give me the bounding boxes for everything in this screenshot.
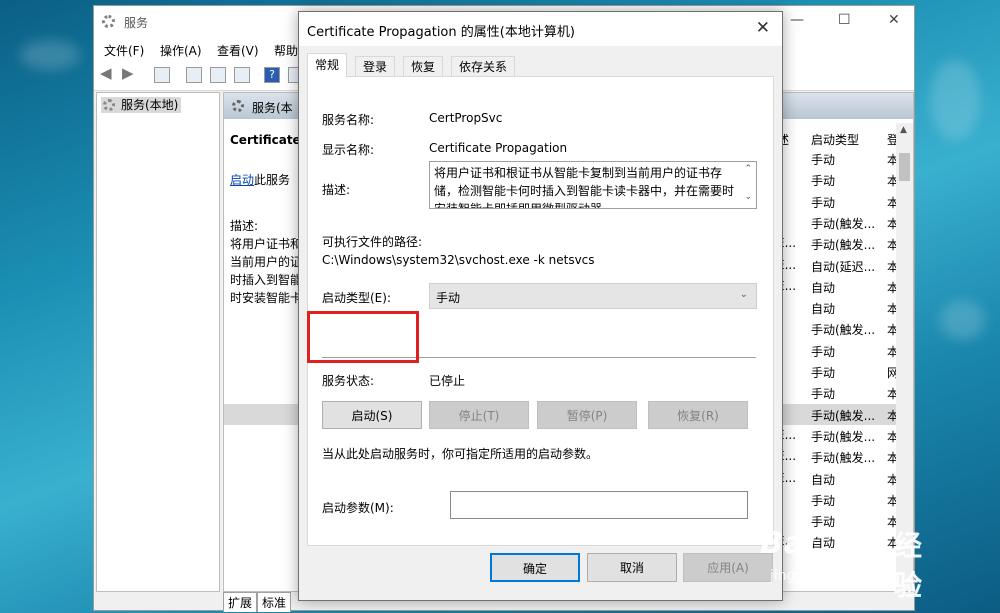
start-params-input[interactable] xyxy=(450,491,748,519)
table-cell: 手动 xyxy=(811,493,836,508)
watermark-brand-1: Bai xyxy=(760,526,817,561)
display-name-label: 显示名称: xyxy=(322,143,375,157)
startup-type-value: 手动 xyxy=(436,291,461,305)
tree-item-label: 服务(本地) xyxy=(121,98,179,112)
minimize-button[interactable]: — xyxy=(790,12,804,28)
gear-icon xyxy=(103,99,115,111)
table-cell: 自动(延迟... xyxy=(811,259,876,274)
startup-type-label: 启动类型(E): xyxy=(322,291,391,305)
dialog-title: Certificate Propagation 的属性(本地计算机) xyxy=(307,25,575,40)
menu-action[interactable]: 操作(A) xyxy=(160,42,202,59)
table-cell: 手动(触发... xyxy=(811,238,876,253)
scroll-thumb[interactable] xyxy=(899,153,910,181)
forward-arrow-icon[interactable]: ▶ xyxy=(122,64,138,82)
table-cell: 手动(触发... xyxy=(811,408,876,423)
pane-header-title: 服务(本 xyxy=(252,101,293,115)
table-cell: 自动 xyxy=(811,472,836,487)
table-cell: 手动 xyxy=(811,153,836,167)
display-name-value[interactable]: Certificate Propagation xyxy=(429,141,567,155)
table-cell: 手动(触发... xyxy=(811,216,876,231)
table-cell: 手动(触发... xyxy=(811,429,876,444)
vertical-scrollbar[interactable]: ▲ xyxy=(896,123,913,591)
description-label: 描述: xyxy=(322,183,351,197)
description-text: 将用户证书和根证书从智能卡复制到当前用户的证书存储，检测智能卡何时插入到智能卡读… xyxy=(434,166,735,209)
ok-button[interactable]: 确定 xyxy=(490,553,580,582)
tree-pane: 服务(本地) xyxy=(96,92,220,592)
table-cell: 手动 xyxy=(811,366,836,380)
service-name-label: 服务名称: xyxy=(322,113,375,127)
service-status-value: 已停止 xyxy=(429,374,466,388)
properties-icon[interactable] xyxy=(186,67,202,83)
table-cell: 自动 xyxy=(811,280,836,295)
watermark-brand-3: 经验 xyxy=(894,529,923,602)
column-startup-type[interactable]: 启动类型 xyxy=(811,131,859,148)
tab-extended[interactable]: 扩展 xyxy=(223,592,258,612)
exe-path-label: 可执行文件的路径: xyxy=(322,235,423,249)
table-cell: 自动 xyxy=(811,302,836,317)
export-icon[interactable] xyxy=(234,67,250,83)
cancel-button[interactable]: 取消 xyxy=(587,553,677,582)
show-tree-icon[interactable] xyxy=(154,67,170,83)
close-button[interactable]: ✕ xyxy=(888,12,900,28)
tab-general[interactable]: 常规 xyxy=(307,53,347,77)
properties-dialog: Certificate Propagation 的属性(本地计算机) ✕ 常规 … xyxy=(298,11,783,601)
service-name-heading: Certificate xyxy=(230,133,301,147)
dialog-close-button[interactable]: ✕ xyxy=(756,18,770,38)
scroll-up-icon[interactable]: ▲ xyxy=(900,125,907,135)
tree-item-services-local[interactable]: 服务(本地) xyxy=(101,97,182,113)
tab-dependencies[interactable]: 依存关系 xyxy=(451,56,515,76)
exe-path-value: C:\Windows\system32\svchost.exe -k netsv… xyxy=(322,253,595,267)
pause-button[interactable]: 暂停(P) xyxy=(537,401,637,429)
stop-button[interactable]: 停止(T) xyxy=(429,401,529,429)
window-title: 服务 xyxy=(124,16,149,30)
table-cell: 手动 xyxy=(811,174,836,189)
view-tabs: 扩展 标准 xyxy=(223,592,292,612)
chevron-down-icon: ⌄ xyxy=(739,289,748,300)
table-cell: 手动(触发... xyxy=(811,451,876,466)
start-params-hint: 当从此处启动服务时，你可指定所适用的启动参数。 xyxy=(322,447,599,461)
table-cell: 手动 xyxy=(811,344,836,359)
refresh-icon[interactable] xyxy=(210,67,226,83)
tab-logon[interactable]: 登录 xyxy=(355,56,395,76)
resume-button[interactable]: 恢复(R) xyxy=(648,401,748,429)
watermark-brand-2: du xyxy=(842,526,885,561)
description-textbox[interactable]: 将用户证书和根证书从智能卡复制到当前用户的证书存储，检测智能卡何时插入到智能卡读… xyxy=(429,161,757,209)
tab-standard[interactable]: 标准 xyxy=(257,592,292,612)
start-params-label: 启动参数(M): xyxy=(322,501,394,515)
menu-help[interactable]: 帮助 xyxy=(274,42,298,59)
service-name-value[interactable]: CertPropSvc xyxy=(429,111,502,125)
service-status-label: 服务状态: xyxy=(322,374,375,388)
startup-type-select[interactable]: 手动 ⌄ xyxy=(429,283,757,309)
menu-view[interactable]: 查看(V) xyxy=(217,42,259,59)
back-arrow-icon[interactable]: ◀ xyxy=(100,64,116,82)
scroll-down-icon[interactable]: ⌄ xyxy=(744,192,752,202)
tab-recovery[interactable]: 恢复 xyxy=(403,56,443,76)
gear-icon xyxy=(232,100,244,112)
highlight-annotation xyxy=(307,311,419,363)
table-cell: 手动 xyxy=(811,387,836,402)
table-cell: 手动(触发... xyxy=(811,323,876,338)
menu-file[interactable]: 文件(F) xyxy=(104,42,144,59)
start-button[interactable]: 启动(S) xyxy=(322,401,422,429)
help-icon[interactable]: ? xyxy=(264,67,280,83)
dialog-title-bar: Certificate Propagation 的属性(本地计算机) ✕ xyxy=(299,12,782,46)
watermark-url: jingyan.baidu.com xyxy=(770,568,900,584)
services-gear-icon xyxy=(102,15,115,28)
table-cell: 手动 xyxy=(811,195,836,210)
scroll-up-icon[interactable]: ⌃ xyxy=(744,164,752,174)
maximize-button[interactable]: ☐ xyxy=(838,12,851,28)
